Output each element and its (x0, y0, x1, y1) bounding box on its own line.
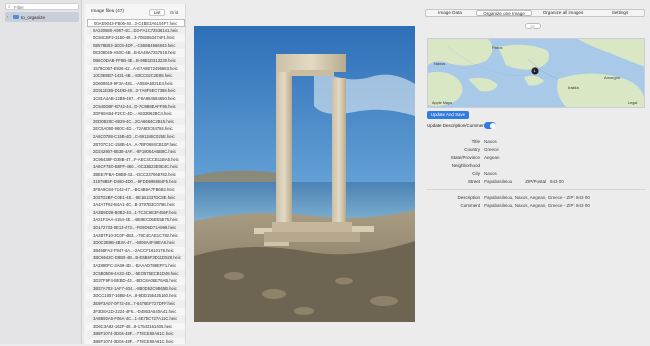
file-list-item[interactable]: 10C0B0B7-1431-4B...-83CC02C2E88.heic (87, 72, 185, 80)
file-list-item[interactable]: 0B578B03-1E03-4DF...-C568B4566843.heic (87, 41, 185, 50)
file-list: 00AE9043-FB06-40...3-C4BE3A6104F7.heic 0A… (87, 19, 185, 346)
file-list-item[interactable]: 31979B5F-D460-4D0...-9FDD6986B4F5.heic (87, 178, 185, 187)
map-logo: Apple Maps (432, 101, 453, 105)
file-list-item[interactable]: 00AE9043-FB06-40...3-C4BE3A6104F7.heic (87, 19, 185, 27)
comment-value[interactable]: Papabasileiou, Naxos, Aegean, Greece - Z… (484, 203, 590, 208)
tab-image-data[interactable]: Image Data (426, 10, 474, 16)
file-list-item[interactable]: 3D0C2B9B-4B3A-47...-6008A4F48EA6.heic (87, 239, 185, 247)
title-value[interactable]: Naxos (484, 139, 497, 144)
file-list-item[interactable]: 3A3B9D28-B0B2-40...1-7C3C6E3F455F.heic (87, 208, 185, 217)
location-map[interactable]: Naxos Paros Iraklia Amorgos 1 Apple Maps… (427, 38, 645, 108)
file-list-item[interactable]: 3A6B92A5-F06A-4C...1-4E75C727A11C.heic (87, 315, 185, 323)
file-list-item[interactable]: 3A21F3AA-4154-4E...-BE9EC05EE5E75.heic (87, 216, 185, 224)
file-list-item[interactable]: 3B37A702-1AF7-404...-8B0D52C9B65B.heic (87, 284, 185, 293)
file-list-item[interactable]: 3C96438F-D38B-47...F-AEC4CCB11BA5.heic (87, 156, 185, 164)
file-list-item[interactable]: 0A220680-A967-4C...D3-FA1C72536141.heic (87, 26, 185, 35)
files-title: Image files (47) (91, 9, 125, 14)
file-list-item[interactable]: 2ED0B28C-6929-4C...2CA6684C2B15.heic (87, 117, 185, 126)
map-canvas (428, 39, 644, 107)
file-list-item[interactable]: 3C5B0508-4A32-4D...-5EO575ECB1D48.heic (87, 269, 185, 278)
toggle-knob (489, 122, 496, 129)
preview-image (194, 26, 415, 322)
portara-photo (194, 26, 415, 322)
description-value[interactable]: Papabasileiou, Naxos, Aegean, Greece - Z… (484, 195, 590, 200)
city-label: City (472, 171, 480, 176)
file-list-item[interactable]: 3A6CF7E0-B8FF-460...-0C33B23E0E4C.heic (87, 163, 185, 171)
country-label: Country (464, 147, 480, 152)
chevron-right-icon[interactable]: › (7, 14, 8, 19)
state-label: State/Province (450, 155, 480, 160)
file-list-item[interactable]: 0B6C0DAB-FF8B-4E...B-98B1D313230.heic (87, 56, 185, 65)
file-list-item[interactable]: 3D172733-0E13-473...-FE9D6D71A999.heic (87, 224, 185, 232)
panel-toggle-knob[interactable] (530, 24, 535, 29)
file-list-item[interactable]: 3B8F1074-3D04-48F...-778CE80A61C.heic (87, 338, 185, 346)
organize-panel: Image Data Organize one Image Organize a… (420, 0, 650, 344)
file-list-item[interactable]: 3D6C3A82-162F-48...8-17543161405.heic (87, 323, 185, 331)
file-list-item[interactable]: 3F3D8A1D-2224-4F6...-D4863A540A41.heic (87, 308, 185, 316)
description-label: Description (457, 195, 480, 200)
file-list-item[interactable]: 3A4A7F62-B4A1-4C...B-3797B3C076E.heic (87, 201, 185, 209)
file-list-item[interactable]: 2EC5A050-960C-4D...-72A6DC64784.heic (87, 125, 185, 133)
city-value[interactable]: Naxos (484, 171, 497, 176)
neighborhood-label: Neighborhood (451, 163, 480, 168)
tab-bar: Image Data Organize one Image Organize a… (425, 9, 645, 17)
panel-toggle[interactable] (525, 23, 541, 29)
zip-value[interactable]: 843 00 (550, 179, 564, 184)
file-list-item[interactable]: 2C540DBF-B742-44...D-7C9B8EAFF95.heic (87, 102, 185, 111)
folder-item[interactable]: › to_organize (5, 12, 79, 22)
filter-field[interactable]: ⌕ (5, 3, 79, 10)
files-panel: Image files (47) List Grid 00AE9043-FB06… (85, 4, 186, 344)
folder-label: to_organize (21, 14, 46, 20)
file-list-item[interactable]: 2DF68AB4-F2CC-4D...-A832B62BC4.heic (87, 110, 185, 118)
map-legal-link[interactable]: Legal (628, 101, 637, 105)
file-list-item[interactable]: 2D608619-9F3A-481...-A058A5021E4.heic (87, 80, 185, 88)
files-header: Image files (47) List Grid (85, 4, 186, 18)
comment-label: Comment (460, 203, 480, 208)
tab-settings[interactable]: Settings (596, 10, 644, 16)
file-list-item[interactable]: 3B458FA2-F947-4A...-2ACCF1610178.heic (87, 247, 185, 255)
file-list-item[interactable]: 3A2B7F10-3C0F-4B3...-79C4CAE1C782.heic (87, 232, 185, 240)
search-icon: ⌕ (8, 4, 11, 10)
view-grid-button[interactable]: Grid (166, 9, 182, 16)
zip-label: ZIP/Postal (525, 179, 546, 184)
map-label-naxos: Naxos (434, 61, 446, 66)
map-label-paros: Paros (492, 45, 503, 50)
folder-icon (13, 14, 19, 19)
map-label-amorgos: Amorgos (604, 75, 621, 80)
file-list-item[interactable]: 1C81A4AB-12B8-487...-F6A984584650.heic (87, 95, 185, 103)
file-list-item[interactable]: 3B8F1074-3D04-48F...-778CE80A61C.heic (87, 330, 185, 338)
file-list-item[interactable]: 3037D2BF-C0E1-48...-5E1B1337DC8E.heic (87, 193, 185, 202)
country-value[interactable]: Greece (484, 147, 499, 152)
file-list-item[interactable]: 3D37F9F4-BEBD-43...-BDC8A06E76AB.heic (87, 277, 185, 285)
view-list-button[interactable]: List (149, 9, 165, 16)
file-list-item[interactable]: 2B707C1C-158B-4A...A-7BF0684CB10F.heic (87, 141, 185, 149)
description-toggle-label: Update Description/Comment (427, 123, 487, 128)
file-list-item[interactable]: 3F8A9C84-7142-47...-BC4B6A7FB6B2.heic (87, 186, 185, 194)
tab-organize-one-image[interactable]: Organize one Image (476, 10, 532, 16)
file-list-item[interactable]: 0C84CBF2-3150-48...3-7082653474F1.heic (87, 34, 185, 42)
description-toggle-row: Update Description/Comment (427, 122, 496, 129)
fields-divider (427, 189, 645, 190)
update-and-save-button[interactable]: Update And Save File (427, 111, 469, 125)
file-list-item[interactable]: 3BEE7FBA-D9B8-43...-DCC237068782.heic (87, 171, 185, 179)
map-pin[interactable]: 1 (534, 69, 536, 73)
file-list-item[interactable]: 2A6C0788-C15B-4D...C-691186C025E.heic (87, 132, 185, 141)
file-list-item[interactable]: 3E9F3A07-0F72-48...7-6476EF727DFF.heic (87, 299, 185, 308)
file-list-item[interactable]: 2D311D3B-D1DD-40...3-7A8F5EC7388.heic (87, 87, 185, 95)
file-list-item[interactable]: 0E208049-A50C-4B...B-6A48A7257518.heic (87, 49, 185, 57)
street-label: Street (467, 179, 480, 184)
title-label: Title (471, 139, 480, 144)
app-window: ⌕ › to_organize Image files (47) List Gr… (0, 0, 650, 344)
folder-sidebar: ⌕ › to_organize (0, 0, 82, 344)
file-list-item[interactable]: 1578C067-E926-42...A-E7A8E72496683.heic (87, 65, 185, 73)
map-label-iraklia: Iraklia (568, 85, 579, 90)
description-toggle[interactable] (484, 122, 496, 129)
filter-input[interactable] (14, 4, 76, 10)
file-list-item[interactable]: 3A2890FC-3A69-4D...-BAAAD788EFF1.heic (87, 262, 185, 270)
file-list-item[interactable]: 3DCC1057-168B-4A...8-9DD155425160.heic (87, 292, 185, 300)
state-value[interactable]: Aegean (484, 155, 500, 160)
file-list-item[interactable]: 3BC6643C-D8B0-4B...B-E5B6F3D11D528.heic (87, 254, 185, 262)
file-list-item[interactable]: 2D242907-6B38-4AF...-8F18064ABB8C.heic (87, 148, 185, 156)
tab-organize-all-images[interactable]: Organize all images (534, 10, 592, 16)
